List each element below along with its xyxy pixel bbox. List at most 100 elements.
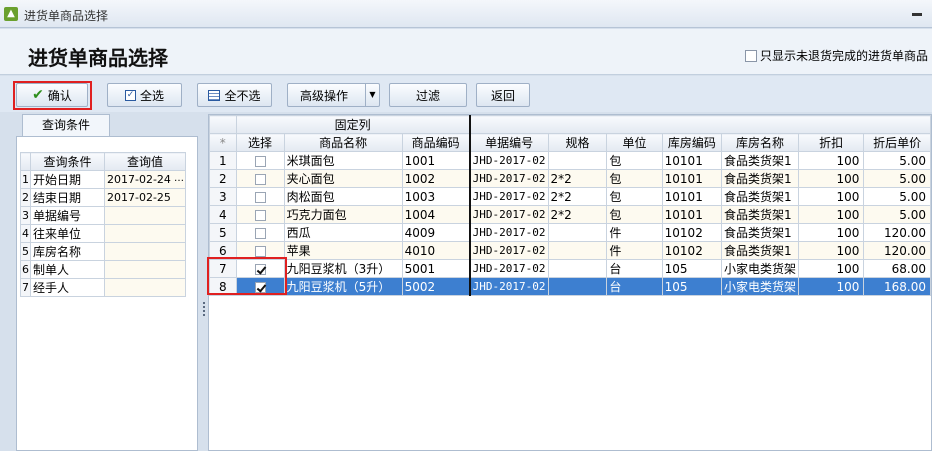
spec [547, 151, 608, 170]
select-checkbox[interactable] [254, 209, 266, 221]
condition-value-text[interactable]: 2017-02-24 [107, 173, 171, 186]
table-row[interactable]: 7 九阳豆浆机（3升） 5001 JHD-2017-02 台 105 小家电类货架 100 68… [209, 259, 931, 278]
query-row[interactable]: 3 单据编号 [20, 206, 186, 225]
col-unit[interactable]: 单位 [606, 133, 663, 152]
page-header: 进货单商品选择 只显示未退货完成的进货单商品 [0, 29, 932, 75]
condition-value[interactable] [104, 224, 186, 243]
condition-value[interactable] [104, 206, 186, 225]
condition-value[interactable] [104, 278, 186, 297]
checkbox-icon: ✓ [124, 89, 136, 101]
condition-value-text[interactable]: 2017-02-25 [107, 191, 171, 204]
discount: 100 [798, 241, 865, 260]
warehouse-name: 食品类货架1 [720, 187, 800, 206]
product-table: 固定列 * 选择 商品名称 商品编码 单据编号 规格 单位 库房编码 库房名称 … [209, 115, 931, 296]
product-name: 苹果 [283, 241, 403, 260]
confirm-highlight [13, 81, 92, 110]
scroll-columns-group [469, 115, 931, 134]
table-row[interactable]: 5 西瓜 4009 JHD-2017-02 件 10102 食品类货架1 100 120.00 [209, 223, 931, 242]
list-icon [208, 89, 221, 101]
deselect-all-button[interactable]: 全不选 [197, 83, 272, 107]
warehouse-name: 小家电类货架 [720, 277, 800, 296]
product-name: 巧克力面包 [283, 205, 403, 224]
col-value: 查询值 [104, 152, 186, 171]
query-row[interactable]: 2 结束日期 2017-02-25 [20, 188, 186, 207]
col-select[interactable]: 选择 [235, 133, 285, 152]
discount: 100 [798, 187, 865, 206]
warehouse-name: 食品类货架1 [720, 169, 800, 188]
minimize-button[interactable] [912, 13, 922, 16]
title-bar: ▲ 进货单商品选择 [0, 0, 932, 28]
row-number: 1 [209, 151, 237, 170]
warehouse-code: 105 [661, 277, 723, 296]
advanced-label: 高级操作 [300, 88, 349, 103]
warehouse-code: 10101 [661, 151, 723, 170]
select-checkbox[interactable] [254, 191, 266, 203]
checkbox-box[interactable] [744, 49, 757, 62]
select-cell[interactable] [235, 187, 285, 206]
row-number: 3 [20, 206, 31, 225]
select-all-button[interactable]: ✓ 全选 [107, 83, 182, 107]
condition-label: 往来单位 [30, 224, 105, 243]
col-discount[interactable]: 折扣 [798, 133, 865, 152]
row-indicator-header: * [209, 133, 237, 152]
discount: 100 [798, 223, 865, 242]
only-unreturned-checkbox[interactable]: 只显示未退货完成的进货单商品 [744, 47, 928, 64]
select-cell[interactable] [235, 223, 285, 242]
select-checkbox[interactable] [254, 245, 266, 257]
query-panel-body: 查询条件 查询值 1 开始日期 2017-02-24… 2 结束日期 2017-02-25… [16, 136, 198, 451]
tab-query-conditions[interactable]: 查询条件 [22, 114, 110, 136]
price: 5.00 [863, 151, 931, 170]
condition-value[interactable] [104, 260, 186, 279]
select-checkbox[interactable] [254, 173, 266, 185]
col-price[interactable]: 折后单价 [863, 133, 931, 152]
table-row[interactable]: 3 肉松面包 1003 JHD-2017-02 2*2 包 10101 食品类货架1 100 5.… [209, 187, 931, 206]
advanced-button[interactable]: 高级操作 ▼ [287, 83, 380, 107]
query-row[interactable]: 6 制单人 [20, 260, 186, 279]
warehouse-code: 10102 [661, 241, 723, 260]
condition-value[interactable]: 2017-02-25 [104, 188, 186, 207]
bill-no: JHD-2017-02 [469, 205, 549, 224]
window-title: 进货单商品选择 [24, 9, 109, 23]
condition-value[interactable] [104, 242, 186, 261]
warehouse-code: 10102 [661, 223, 723, 242]
query-row[interactable]: 4 往来单位 [20, 224, 186, 243]
query-row[interactable]: 5 库房名称 [20, 242, 186, 261]
unit: 台 [606, 259, 663, 278]
product-code: 1002 [401, 169, 471, 188]
col-name[interactable]: 商品名称 [283, 133, 403, 152]
row-number: 4 [20, 224, 31, 243]
unit: 件 [606, 241, 663, 260]
corner-cell [20, 152, 31, 171]
row-number: 5 [209, 223, 237, 242]
filter-button[interactable]: 过滤 [389, 83, 467, 107]
table-row[interactable]: 1 米琪面包 1001 JHD-2017-02 包 10101 食品类货架1 100 5.00 [209, 151, 931, 170]
price: 5.00 [863, 187, 931, 206]
select-cell[interactable] [235, 169, 285, 188]
col-warehouse-code[interactable]: 库房编码 [661, 133, 723, 152]
product-name: 米琪面包 [283, 151, 403, 170]
col-warehouse-name[interactable]: 库房名称 [720, 133, 800, 152]
product-code: 5001 [401, 259, 471, 278]
select-cell[interactable] [235, 151, 285, 170]
select-checkbox[interactable] [254, 227, 266, 239]
col-bill-no[interactable]: 单据编号 [469, 133, 549, 152]
select-checkbox[interactable] [254, 155, 266, 167]
condition-value[interactable]: 2017-02-24… [104, 170, 186, 189]
table-row[interactable]: 2 夹心面包 1002 JHD-2017-02 2*2 包 10101 食品类货架1 100 5.… [209, 169, 931, 188]
col-code[interactable]: 商品编码 [401, 133, 471, 152]
table-row[interactable]: 4 巧克力面包 1004 JHD-2017-02 2*2 包 10101 食品类货架1 100 5… [209, 205, 931, 224]
product-code: 1003 [401, 187, 471, 206]
condition-label: 开始日期 [30, 170, 105, 189]
dropdown-arrow-icon[interactable]: ▼ [365, 84, 379, 106]
query-row[interactable]: 7 经手人 [20, 278, 186, 297]
back-button[interactable]: 返回 [476, 83, 530, 107]
table-row[interactable]: 6 苹果 4010 JHD-2017-02 件 10102 食品类货架1 100 120.00 [209, 241, 931, 260]
unit: 包 [606, 187, 663, 206]
back-label: 返回 [490, 88, 515, 103]
row-number: 5 [20, 242, 31, 261]
query-row[interactable]: 1 开始日期 2017-02-24… [20, 170, 186, 189]
col-spec[interactable]: 规格 [547, 133, 608, 152]
ellipsis-button[interactable]: … [174, 173, 184, 184]
select-cell[interactable] [235, 205, 285, 224]
table-row[interactable]: 8 九阳豆浆机（5升） 5002 JHD-2017-02 台 105 小家电类货架 100 16… [209, 277, 931, 296]
